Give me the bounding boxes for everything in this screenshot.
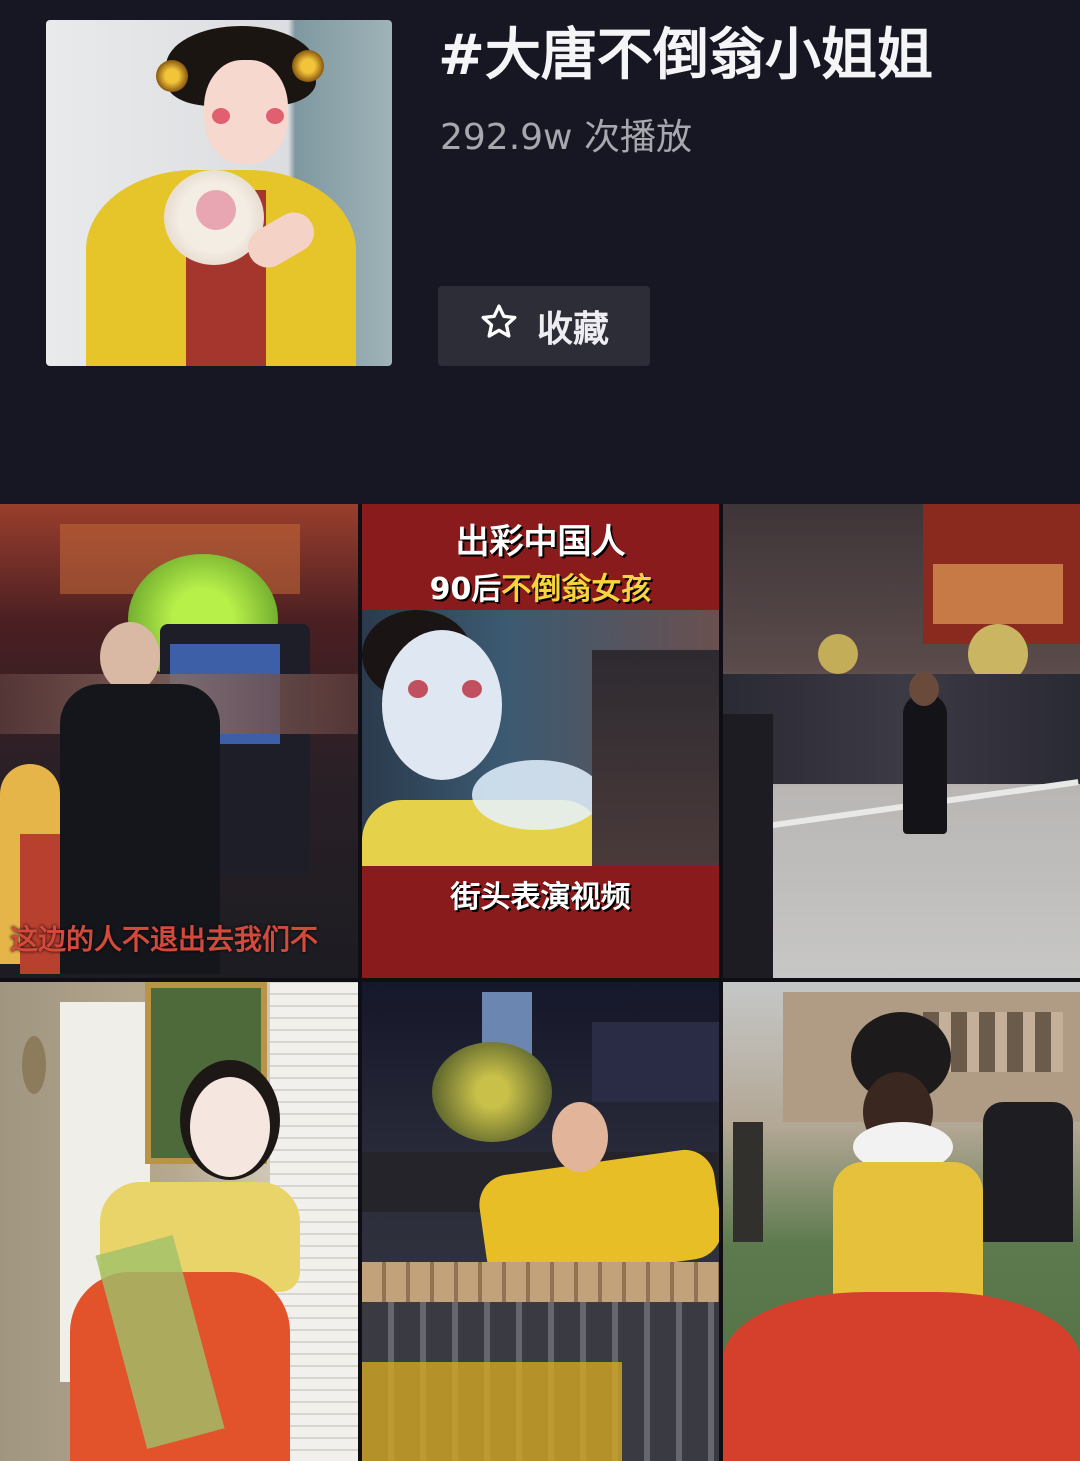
play-count: 292.9w 次播放 bbox=[440, 117, 692, 158]
video-caption: 这边的人不退出去我们不 bbox=[10, 923, 319, 956]
topic-header: #大唐不倒翁小姐姐 292.9w 次播放 收藏 bbox=[0, 0, 1080, 500]
video-thumbnail[interactable] bbox=[723, 504, 1080, 978]
video-subheadline: 90后不倒翁女孩 bbox=[362, 564, 719, 608]
topic-cover-image[interactable] bbox=[46, 20, 392, 366]
video-thumbnail[interactable]: 这边的人不退出去我们不 bbox=[0, 504, 358, 978]
video-footer-text: 街头表演视频 bbox=[450, 880, 631, 915]
video-headline: 出彩中国人 bbox=[455, 522, 626, 562]
video-thumbnail[interactable]: 出彩中国人 90后不倒翁女孩 街头表演视频 bbox=[362, 504, 719, 978]
video-grid: 这边的人不退出去我们不 出彩中国人 90后不倒翁女孩 街头表演视频 bbox=[0, 504, 1080, 1461]
subheadline-part: 90后 bbox=[429, 572, 502, 607]
video-thumbnail[interactable] bbox=[0, 982, 358, 1461]
favorite-button[interactable]: 收藏 bbox=[438, 286, 650, 366]
video-thumbnail[interactable] bbox=[723, 982, 1080, 1461]
video-thumbnail[interactable] bbox=[362, 982, 719, 1461]
video-still bbox=[362, 610, 719, 866]
star-outline-icon bbox=[479, 302, 519, 351]
favorite-label: 收藏 bbox=[536, 309, 609, 350]
subheadline-highlight: 不倒翁女孩 bbox=[501, 572, 652, 607]
topic-title: #大唐不倒翁小姐姐 bbox=[438, 23, 933, 88]
